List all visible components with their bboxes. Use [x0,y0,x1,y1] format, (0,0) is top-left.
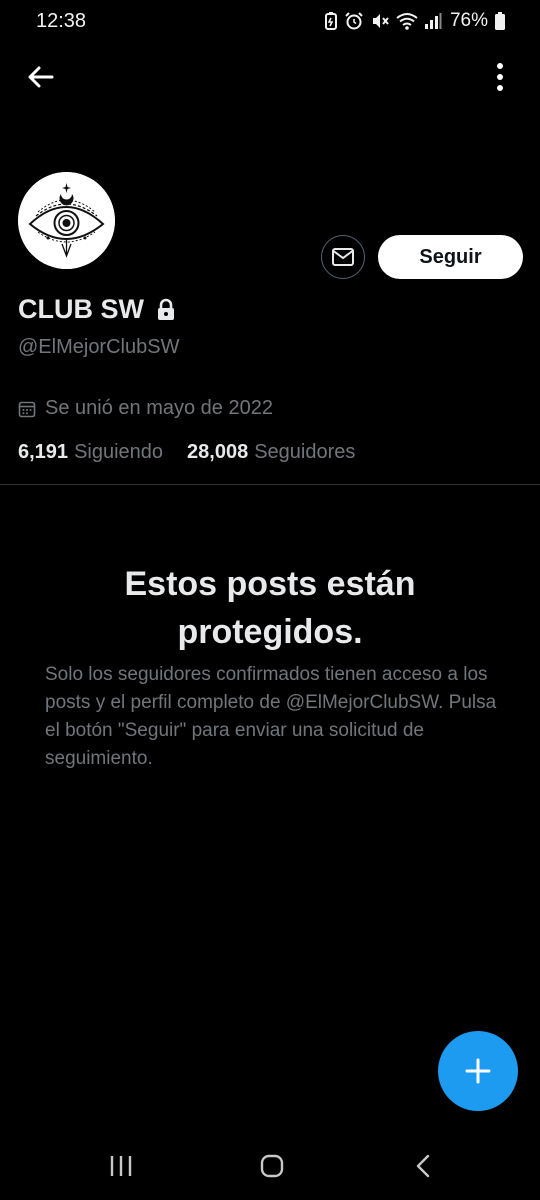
battery-percent: 76% [449,10,488,31]
protected-title: Estos posts están protegidos. [124,565,416,651]
protected-body: Solo los seguidores confirmados tienen a… [45,664,497,769]
more-options-button[interactable] [488,60,512,94]
follow-button[interactable]: Seguir [378,235,523,279]
avatar[interactable] [18,172,115,269]
plus-icon [465,1058,491,1084]
following-count: 6,191 [18,441,69,463]
back-icon[interactable] [413,1154,433,1178]
followers-label: Seguidores [254,441,356,463]
status-time: 12:38 [36,10,87,32]
handle: @ElMejorClubSW [18,336,180,358]
recent-apps-icon[interactable] [108,1154,134,1178]
eye-logo-icon [18,172,115,269]
battery-saver-icon [324,12,337,30]
lock-icon [157,298,174,320]
display-name-row: CLUB SW [18,294,176,325]
battery-icon [495,12,505,30]
system-nav-bar [0,1130,540,1200]
stats-row: 6,191 Siguiendo 28,008 Seguidores [18,441,355,464]
status-icons: 76% [324,10,506,32]
more-vertical-icon [497,63,503,91]
home-icon[interactable] [259,1153,285,1179]
followers-count: 28,008 [187,441,249,463]
followers-link[interactable]: 28,008 Seguidores [187,441,355,464]
signal-icon [424,13,442,29]
status-bar: 12:38 76% [0,0,540,44]
joined-date: Se unió en mayo de 2022 [18,397,273,420]
following-link[interactable]: 6,191 Siguiendo [18,441,163,464]
display-name: CLUB SW [18,294,144,324]
message-button[interactable] [321,235,365,279]
back-button[interactable] [24,60,58,94]
back-arrow-icon [28,66,54,88]
mute-icon [372,14,389,28]
alarm-icon [345,12,363,30]
calendar-icon [18,401,36,417]
following-label: Siguiendo [74,441,164,463]
wifi-icon [396,13,418,30]
compose-button[interactable] [438,1031,518,1111]
divider [0,484,540,485]
envelope-icon [332,248,354,266]
joined-text: Se unió en mayo de 2022 [45,397,273,419]
